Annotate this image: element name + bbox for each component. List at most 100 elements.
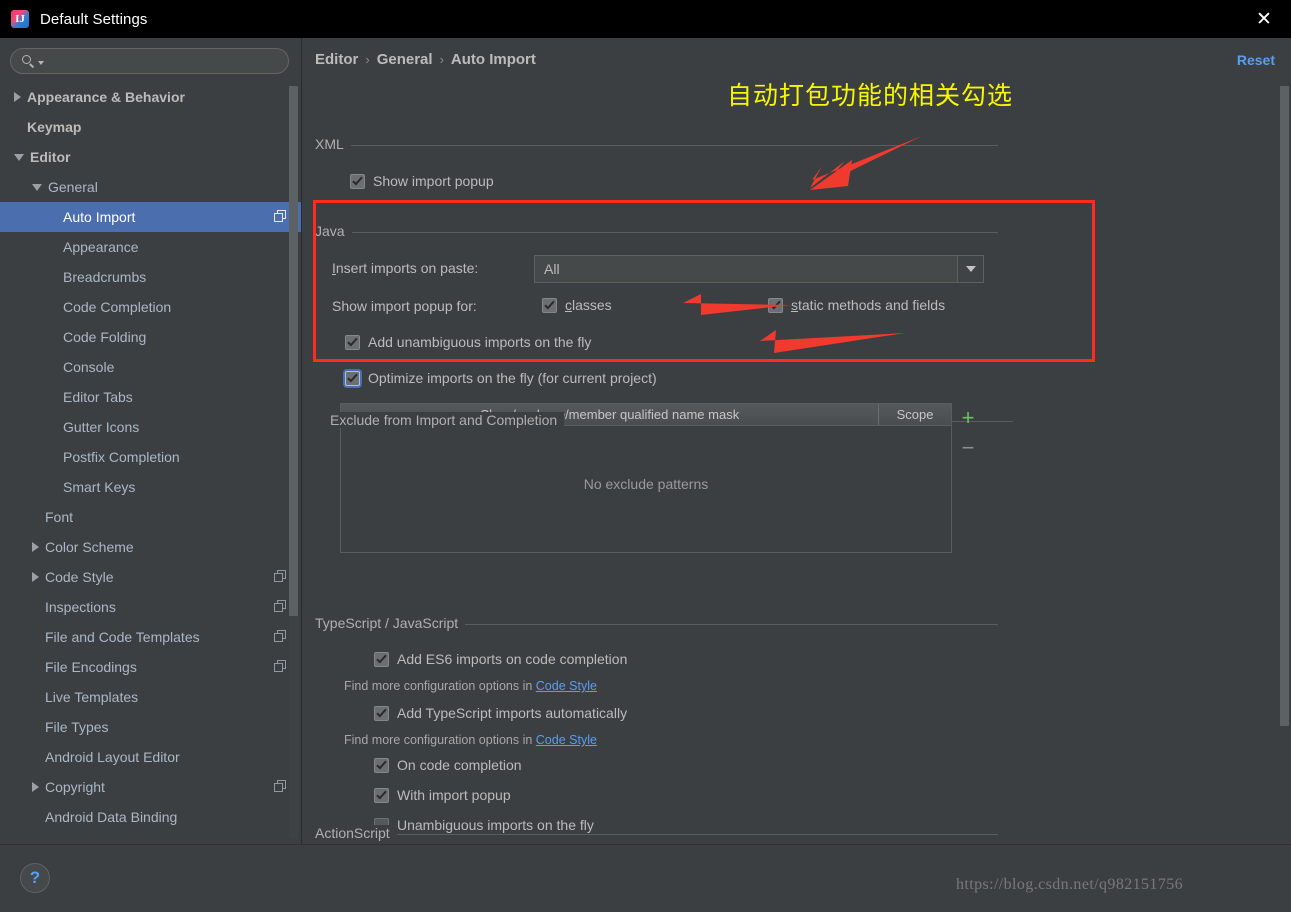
checkbox-label: With import popup xyxy=(397,787,511,803)
sidebar-item-android-data-binding[interactable]: Android Data Binding xyxy=(0,802,301,832)
breadcrumb-item-editor[interactable]: Editor xyxy=(315,51,358,68)
copy-icon[interactable] xyxy=(274,600,287,613)
sidebar-item-label: Appearance xyxy=(63,239,139,255)
sidebar-scrollbar-thumb[interactable] xyxy=(289,86,298,616)
checkbox-add-typescript-imports[interactable]: Add TypeScript imports automatically xyxy=(374,705,627,721)
sidebar-item-appearance-behavior[interactable]: Appearance & Behavior xyxy=(0,82,301,112)
sidebar-item-label: Code Style xyxy=(45,569,114,585)
copy-icon[interactable] xyxy=(274,660,287,673)
breadcrumb-item-general[interactable]: General xyxy=(377,51,433,68)
sidebar-item-keymap[interactable]: Keymap xyxy=(0,112,301,142)
sidebar-item-font[interactable]: Font xyxy=(0,502,301,532)
sidebar-item-live-templates[interactable]: Live Templates xyxy=(0,682,301,712)
sidebar-item-gutter-icons[interactable]: Gutter Icons xyxy=(0,412,301,442)
search-box[interactable] xyxy=(10,48,289,74)
sidebar-item-postfix-completion[interactable]: Postfix Completion xyxy=(0,442,301,472)
sidebar-item-code-completion[interactable]: Code Completion xyxy=(0,292,301,322)
sidebar-item-color-scheme[interactable]: Color Scheme xyxy=(0,532,301,562)
sidebar-item-label: Editor xyxy=(30,149,71,165)
sidebar-item-code-folding[interactable]: Code Folding xyxy=(0,322,301,352)
reset-link[interactable]: Reset xyxy=(1237,52,1275,68)
checkbox-static-methods-and-fields[interactable]: static methods and fields xyxy=(768,297,945,313)
checkbox-icon[interactable] xyxy=(350,173,365,189)
sidebar-item-file-types[interactable]: File Types xyxy=(0,712,301,742)
sidebar-item-editor[interactable]: Editor xyxy=(0,142,301,172)
column-header-scope[interactable]: Scope xyxy=(879,404,951,425)
checkbox-add-unambiguous-imports[interactable]: Add unambiguous imports on the fly xyxy=(345,334,591,350)
settings-tree: Appearance & Behavior Keymap Editor General… xyxy=(0,82,301,832)
checkbox-icon[interactable] xyxy=(374,705,389,721)
sidebar-item-copyright[interactable]: Copyright xyxy=(0,772,301,802)
exclude-table-buttons: + − xyxy=(954,403,982,463)
hint-prefix: Find more configuration options in xyxy=(344,679,536,693)
checkbox-icon[interactable] xyxy=(345,334,360,350)
checkbox-label: Optimize imports on the fly (for current… xyxy=(368,370,657,386)
checkbox-on-code-completion[interactable]: On code completion xyxy=(374,757,522,773)
content-scrollbar-thumb[interactable] xyxy=(1280,86,1289,726)
group-divider xyxy=(315,232,998,233)
copy-icon[interactable] xyxy=(274,780,287,793)
sidebar-item-label: Smart Keys xyxy=(63,479,136,495)
checkbox-xml-show-import-popup[interactable]: Show import popup xyxy=(350,173,494,189)
watermark: https://blog.csdn.net/q982151756 xyxy=(956,876,1184,893)
intellij-logo-icon: IJ xyxy=(10,9,30,29)
code-style-link[interactable]: Code Style xyxy=(536,733,597,747)
checkbox-with-import-popup[interactable]: With import popup xyxy=(374,787,511,803)
chevron-right-icon[interactable] xyxy=(32,572,39,582)
sidebar-item-label: Color Scheme xyxy=(45,539,134,555)
add-exclude-button[interactable]: + xyxy=(954,403,982,433)
sidebar-item-appearance[interactable]: Appearance xyxy=(0,232,301,262)
copy-icon[interactable] xyxy=(274,210,287,223)
sidebar-item-label: Inspections xyxy=(45,599,116,615)
insert-imports-label-rest: nsert imports on paste: xyxy=(335,260,479,276)
show-import-popup-for-label: Show import popup for: xyxy=(332,298,477,314)
sidebar-item-label: Editor Tabs xyxy=(63,389,133,405)
checkbox-icon[interactable] xyxy=(768,297,783,313)
copy-icon[interactable] xyxy=(274,630,287,643)
sidebar-item-file-and-code-templates[interactable]: File and Code Templates xyxy=(0,622,301,652)
help-button[interactable]: ? xyxy=(20,863,50,893)
sidebar-item-general[interactable]: General xyxy=(0,172,301,202)
sidebar-item-code-style[interactable]: Code Style xyxy=(0,562,301,592)
remove-exclude-button[interactable]: − xyxy=(954,433,982,463)
checkbox-label: On code completion xyxy=(397,757,522,773)
sidebar-item-console[interactable]: Console xyxy=(0,352,301,382)
table-empty-state: No exclude patterns xyxy=(583,475,709,492)
checkbox-add-es6-imports[interactable]: Add ES6 imports on code completion xyxy=(374,651,627,667)
settings-content: Editor › General › Auto Import Reset XML… xyxy=(302,38,1291,844)
sidebar-item-file-encodings[interactable]: File Encodings xyxy=(0,652,301,682)
dropdown-value: All xyxy=(544,261,560,277)
insert-imports-dropdown[interactable]: All xyxy=(534,255,984,283)
chevron-right-icon[interactable] xyxy=(14,92,21,102)
sidebar-item-inspections[interactable]: Inspections xyxy=(0,592,301,622)
close-icon[interactable]: ✕ xyxy=(1237,0,1291,38)
checkbox-icon[interactable] xyxy=(542,297,557,313)
chevron-down-icon[interactable] xyxy=(32,183,42,191)
checkbox-classes[interactable]: classes xyxy=(542,297,612,313)
exclude-group-title: Exclude from Import and Completion xyxy=(330,412,565,428)
sidebar-item-auto-import[interactable]: Auto Import xyxy=(0,202,301,232)
search-input[interactable] xyxy=(44,53,278,69)
dropdown-arrow-button[interactable] xyxy=(957,256,983,282)
chevron-right-icon[interactable] xyxy=(32,782,39,792)
chevron-right-icon[interactable] xyxy=(32,542,39,552)
sidebar-item-label: Keymap xyxy=(27,119,82,135)
sidebar-item-breadcrumbs[interactable]: Breadcrumbs xyxy=(0,262,301,292)
group-divider xyxy=(315,145,998,146)
annotation-chinese-note: 自动打包功能的相关勾选 xyxy=(727,81,1014,110)
sidebar-item-label: Live Templates xyxy=(45,689,139,705)
sidebar-item-smart-keys[interactable]: Smart Keys xyxy=(0,472,301,502)
checkbox-icon[interactable] xyxy=(374,651,389,667)
code-style-link[interactable]: Code Style xyxy=(536,679,597,693)
copy-icon[interactable] xyxy=(274,570,287,583)
hint-prefix: Find more configuration options in xyxy=(344,733,536,747)
sidebar-item-editor-tabs[interactable]: Editor Tabs xyxy=(0,382,301,412)
checkbox-icon[interactable] xyxy=(345,370,360,386)
search-icon xyxy=(21,53,37,69)
chevron-down-icon[interactable] xyxy=(14,153,24,161)
sidebar-item-label: General xyxy=(48,179,98,195)
checkbox-optimize-imports[interactable]: Optimize imports on the fly (for current… xyxy=(345,370,657,386)
sidebar-item-android-layout-editor[interactable]: Android Layout Editor xyxy=(0,742,301,772)
checkbox-icon[interactable] xyxy=(374,787,389,803)
checkbox-icon[interactable] xyxy=(374,757,389,773)
